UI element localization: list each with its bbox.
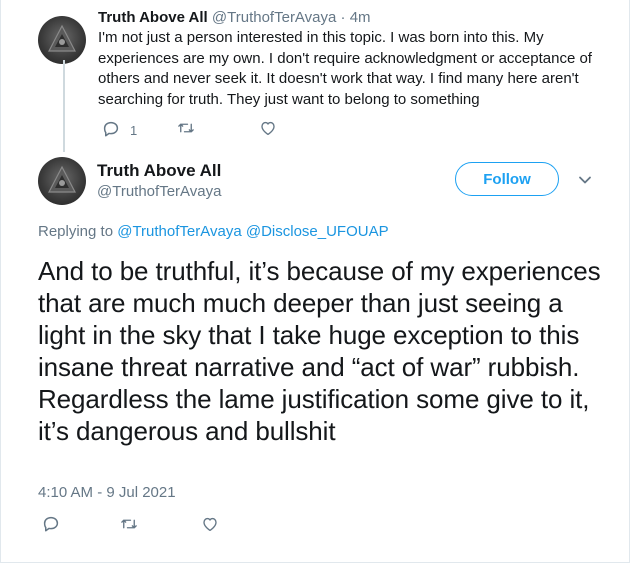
reply-icon: [103, 121, 119, 136]
follow-button[interactable]: Follow: [455, 162, 559, 196]
avatar[interactable]: [38, 16, 86, 64]
like-button[interactable]: [259, 119, 277, 137]
handle[interactable]: @TruthofTerAvaya: [97, 183, 221, 200]
mention-link[interactable]: @Disclose_UFOUAP: [246, 223, 389, 240]
handle[interactable]: @TruthofTerAvaya: [212, 9, 336, 26]
replying-prefix: Replying to: [38, 223, 118, 240]
retweet-icon: [178, 123, 194, 133]
tweet-time[interactable]: 4m: [350, 9, 371, 26]
like-icon: [261, 121, 275, 136]
chevron-down-icon: [579, 176, 591, 184]
reply-count: 1: [130, 123, 138, 138]
tweet-actions: 1: [98, 119, 398, 143]
tweet-text: And to be truthful, it’s because of my e…: [38, 256, 601, 446]
retweet-button[interactable]: [119, 515, 139, 533]
retweet-button[interactable]: [176, 119, 196, 137]
display-name[interactable]: Truth Above All: [98, 9, 208, 26]
tweet-actions: [38, 515, 338, 539]
like-button[interactable]: [201, 515, 219, 533]
avatar-image: [48, 24, 76, 52]
tweet-timestamp[interactable]: 4:10 AM - 9 Jul 2021: [38, 484, 176, 501]
reply-button[interactable]: 1: [102, 119, 137, 138]
replying-to: Replying to @TruthofTerAvaya @Disclose_U…: [38, 223, 389, 240]
parent-tweet-header: Truth Above All @TruthofTerAvaya · 4m: [98, 9, 371, 26]
tweet-text: I'm not just a person interested in this…: [98, 29, 592, 108]
mention-link[interactable]: @TruthofTerAvaya: [117, 223, 241, 240]
like-icon: [203, 517, 217, 532]
reply-button[interactable]: [42, 515, 60, 533]
avatar[interactable]: [38, 157, 86, 205]
more-options-button[interactable]: [578, 172, 592, 190]
separator: ·: [340, 9, 346, 26]
reply-icon: [43, 516, 59, 532]
thread-line: [63, 60, 65, 152]
avatar-image: [48, 165, 76, 193]
display-name[interactable]: Truth Above All: [97, 161, 221, 181]
retweet-icon: [121, 519, 137, 529]
